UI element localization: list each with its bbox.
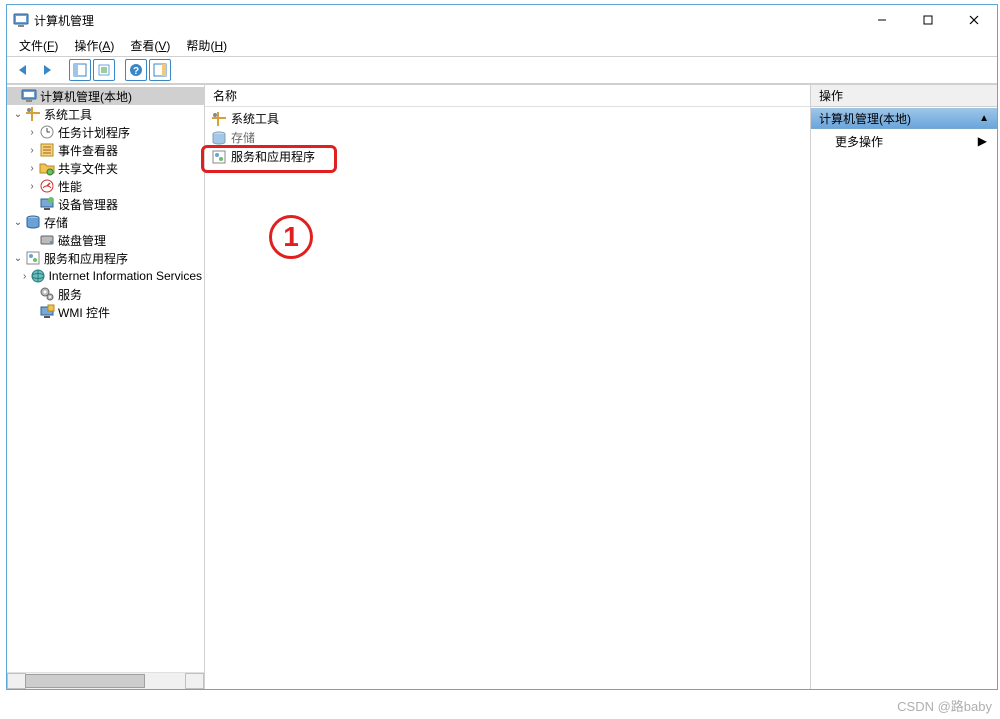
tree-label: 事件查看器 xyxy=(58,142,118,159)
scrollbar-thumb[interactable] xyxy=(25,674,145,688)
tree-label: 磁盘管理 xyxy=(58,232,106,249)
tree-services-apps[interactable]: ⌄ 服务和应用程序 xyxy=(7,249,204,267)
collapse-toggle[interactable]: ⌄ xyxy=(11,109,25,120)
tree-label: 设备管理器 xyxy=(58,196,118,213)
clock-icon xyxy=(39,124,55,140)
help-button[interactable]: ? xyxy=(125,59,147,81)
tree-label: WMI 控件 xyxy=(58,304,110,321)
tree-label: 性能 xyxy=(58,178,82,195)
column-name-header: 名称 xyxy=(213,87,237,104)
toolbar: ? xyxy=(7,56,997,84)
tools-icon xyxy=(25,106,41,122)
collapse-toggle[interactable]: ⌄ xyxy=(11,253,25,264)
computer-icon xyxy=(21,88,37,104)
iis-icon xyxy=(30,268,46,284)
actions-more[interactable]: 更多操作 ▶ xyxy=(811,129,997,153)
tree-label: 共享文件夹 xyxy=(58,160,118,177)
menu-help[interactable]: 帮助(H) xyxy=(180,36,233,55)
list-item-label: 存储 xyxy=(231,129,255,146)
tree-task-scheduler[interactable]: › 任务计划程序 xyxy=(7,123,204,141)
tree-pane: 计算机管理(本地) ⌄ 系统工具 › 任务计划程序 xyxy=(7,85,205,689)
maximize-button[interactable] xyxy=(905,5,951,35)
wmi-icon xyxy=(39,304,55,320)
annotation-number: 1 xyxy=(283,221,299,253)
forward-button[interactable] xyxy=(37,59,59,81)
back-button[interactable] xyxy=(13,59,35,81)
tree-iis[interactable]: › Internet Information Services xyxy=(7,267,204,285)
list-column-header[interactable]: 名称 xyxy=(205,85,810,107)
list-item-system-tools[interactable]: 系统工具 xyxy=(205,109,810,128)
tree-event-viewer[interactable]: › 事件查看器 xyxy=(7,141,204,159)
tree-root[interactable]: 计算机管理(本地) xyxy=(7,87,204,105)
tree-shared-folders[interactable]: › 共享文件夹 xyxy=(7,159,204,177)
close-button[interactable] xyxy=(951,5,997,35)
show-hide-actions-button[interactable] xyxy=(149,59,171,81)
expand-toggle[interactable]: › xyxy=(20,271,30,282)
expand-toggle[interactable]: › xyxy=(25,127,39,138)
tree-horizontal-scrollbar[interactable] xyxy=(7,672,204,689)
menu-action[interactable]: 操作(A) xyxy=(68,36,120,55)
titlebar: 计算机管理 xyxy=(7,5,997,35)
tree-label: Internet Information Services xyxy=(49,269,202,283)
annotation-marker: 1 xyxy=(269,215,313,259)
event-icon xyxy=(39,142,55,158)
tree-label: 服务 xyxy=(58,286,82,303)
tree-wmi[interactable]: WMI 控件 xyxy=(7,303,204,321)
body: 计算机管理(本地) ⌄ 系统工具 › 任务计划程序 xyxy=(7,84,997,689)
annotation-highlight-box xyxy=(201,145,337,173)
expand-toggle[interactable]: › xyxy=(25,145,39,156)
tree-view[interactable]: 计算机管理(本地) ⌄ 系统工具 › 任务计划程序 xyxy=(7,85,204,672)
app-icon xyxy=(13,12,29,28)
tree-device-manager[interactable]: 设备管理器 xyxy=(7,195,204,213)
tree-disk-management[interactable]: 磁盘管理 xyxy=(7,231,204,249)
window-title: 计算机管理 xyxy=(34,12,94,29)
actions-header: 操作 xyxy=(811,85,997,107)
actions-more-label: 更多操作 xyxy=(835,133,883,150)
minimize-button[interactable] xyxy=(859,5,905,35)
tools-icon xyxy=(211,111,227,127)
tree-label: 计算机管理(本地) xyxy=(40,88,132,105)
expand-toggle[interactable]: › xyxy=(25,181,39,192)
app-window: 计算机管理 文件(F) 操作(A) 查看(V) 帮助(H) xyxy=(6,4,998,690)
collapse-toggle[interactable]: ⌄ xyxy=(11,217,25,228)
tree-performance[interactable]: › 性能 xyxy=(7,177,204,195)
properties-button[interactable] xyxy=(93,59,115,81)
storage-icon xyxy=(211,130,227,146)
menubar: 文件(F) 操作(A) 查看(V) 帮助(H) xyxy=(7,35,997,56)
expand-toggle[interactable]: › xyxy=(25,163,39,174)
list-item-label: 系统工具 xyxy=(231,110,279,127)
watermark: CSDN @路baby xyxy=(897,696,992,715)
tree-label: 任务计划程序 xyxy=(58,124,130,141)
actions-context[interactable]: 计算机管理(本地) ▲ xyxy=(811,107,997,129)
tree-storage[interactable]: ⌄ 存储 xyxy=(7,213,204,231)
menu-file[interactable]: 文件(F) xyxy=(13,36,64,55)
list-pane: 名称 系统工具 存储 xyxy=(205,85,811,689)
tree-label: 存储 xyxy=(44,214,68,231)
tree-services[interactable]: 服务 xyxy=(7,285,204,303)
performance-icon xyxy=(39,178,55,194)
device-manager-icon xyxy=(39,196,55,212)
actions-pane: 操作 计算机管理(本地) ▲ 更多操作 ▶ xyxy=(811,85,997,689)
services-apps-icon xyxy=(25,250,41,266)
shared-folder-icon xyxy=(39,160,55,176)
svg-text:?: ? xyxy=(133,66,139,77)
gears-icon xyxy=(39,286,55,302)
tree-system-tools[interactable]: ⌄ 系统工具 xyxy=(7,105,204,123)
chevron-right-icon: ▶ xyxy=(978,134,987,148)
storage-icon xyxy=(25,214,41,230)
menu-view[interactable]: 查看(V) xyxy=(124,36,176,55)
collapse-arrow-icon: ▲ xyxy=(979,113,989,124)
disk-icon xyxy=(39,232,55,248)
tree-label: 服务和应用程序 xyxy=(44,250,128,267)
actions-context-label: 计算机管理(本地) xyxy=(819,110,911,127)
tree-label: 系统工具 xyxy=(44,106,92,123)
show-hide-tree-button[interactable] xyxy=(69,59,91,81)
